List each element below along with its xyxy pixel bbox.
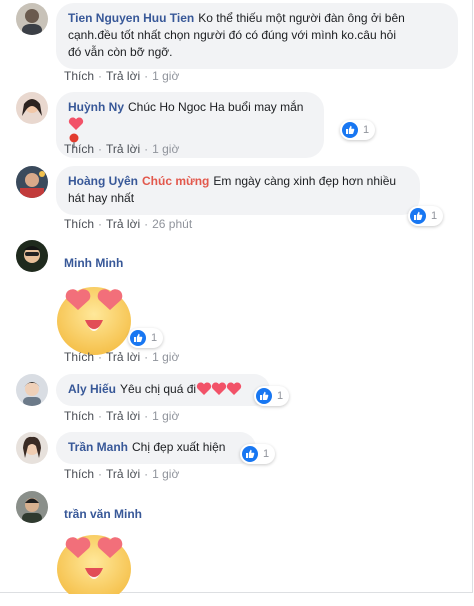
comment-actions: Thích · Trả lời · 1 giờ xyxy=(64,409,180,423)
timestamp[interactable]: 1 giờ xyxy=(152,142,179,156)
avatar[interactable] xyxy=(16,3,48,35)
reaction-count[interactable]: 1 xyxy=(340,120,376,140)
thumbs-up-icon xyxy=(130,330,146,346)
comment-text: Chị đẹp xuất hiện xyxy=(132,440,226,454)
author-name[interactable]: Hoàng Uyên xyxy=(68,174,138,188)
timestamp[interactable]: 1 giờ xyxy=(152,467,179,481)
comment-text: hát hay nhất xyxy=(68,191,135,205)
reply-link[interactable]: Trả lời xyxy=(106,217,140,231)
author-name[interactable]: Tien Nguyen Huu Tien xyxy=(68,11,194,25)
reply-link[interactable]: Trả lời xyxy=(106,467,140,481)
author-name[interactable]: Aly Hiếu xyxy=(68,382,116,396)
comment-text: Chúc Ho Ngoc Ha buổi may mắn xyxy=(128,100,304,114)
comment-text: Yêu chị quá đi xyxy=(120,382,197,396)
thumbs-up-icon xyxy=(242,446,258,462)
heart-eyes-emoji-sticker[interactable] xyxy=(54,278,134,358)
reaction-count[interactable]: 1 xyxy=(254,386,290,406)
timestamp[interactable]: 1 giờ xyxy=(152,350,179,364)
author-name[interactable]: Trần Manh xyxy=(68,440,128,454)
heart-icon xyxy=(196,382,242,395)
comment-bubble: Hoàng Uyên Chúc mừng Em ngày càng xinh đẹp… xyxy=(56,166,420,215)
like-link[interactable]: Thích xyxy=(64,467,94,481)
comment-text: đó vẫn còn bỡ ngỡ. xyxy=(68,45,173,59)
author-name[interactable]: trần văn Minh xyxy=(64,507,142,521)
comment-actions: Thích · Trả lời · 1 giờ xyxy=(64,467,180,481)
author-name[interactable]: Huỳnh Ny xyxy=(68,100,124,114)
reaction-count[interactable]: 1 xyxy=(408,206,444,226)
thumbs-up-icon xyxy=(342,122,358,138)
comment-text: cạnh.đều tốt nhất chọn người đó có đúng … xyxy=(68,28,396,42)
comment-actions: Thích · Trả lời · 1 giờ xyxy=(64,350,180,364)
like-link[interactable]: Thích xyxy=(64,409,94,423)
comment-actions: Thích · Trả lời · 26 phút xyxy=(64,217,193,231)
avatar[interactable] xyxy=(16,374,48,406)
like-link[interactable]: Thích xyxy=(64,69,94,83)
comment-bubble: Minh Minh xyxy=(56,248,139,280)
reply-link[interactable]: Trả lời xyxy=(106,142,140,156)
comment-bubble: Aly Hiếu Yêu chị quá đi xyxy=(56,374,270,406)
avatar[interactable] xyxy=(16,432,48,464)
avatar[interactable] xyxy=(16,491,48,523)
reply-link[interactable]: Trả lời xyxy=(106,409,140,423)
comment-bubble: Tien Nguyen Huu Tien Ko thể thiếu một ngư… xyxy=(56,3,458,69)
heart-eyes-emoji-sticker[interactable] xyxy=(54,526,134,606)
tagged-name[interactable]: Chúc mừng xyxy=(142,174,209,188)
heart-icon xyxy=(68,117,84,130)
comment-actions: Thích · Trả lời · 1 giờ xyxy=(64,69,180,83)
avatar[interactable] xyxy=(16,92,48,124)
reaction-count[interactable]: 1 xyxy=(128,328,164,348)
timestamp[interactable]: 1 giờ xyxy=(152,409,179,423)
comment-bubble: Trần Manh Chị đẹp xuất hiện xyxy=(56,432,256,464)
reaction-count[interactable]: 1 xyxy=(240,444,276,464)
reply-link[interactable]: Trả lời xyxy=(106,350,140,364)
comment-actions: Thích · Trả lời · 1 giờ xyxy=(64,142,180,156)
comment-text: Ko thể thiếu một người đàn ông ởi bên xyxy=(198,11,405,25)
author-name[interactable]: Minh Minh xyxy=(64,256,123,270)
like-link[interactable]: Thích xyxy=(64,350,94,364)
thumbs-up-icon xyxy=(410,208,426,224)
timestamp[interactable]: 26 phút xyxy=(152,217,192,231)
avatar[interactable] xyxy=(16,166,48,198)
timestamp[interactable]: 1 giờ xyxy=(152,69,179,83)
like-link[interactable]: Thích xyxy=(64,142,94,156)
thumbs-up-icon xyxy=(256,388,272,404)
avatar[interactable] xyxy=(16,240,48,272)
like-link[interactable]: Thích xyxy=(64,217,94,231)
reply-link[interactable]: Trả lời xyxy=(106,69,140,83)
comment-text: Em ngày càng xinh đẹp hơn nhiều xyxy=(213,174,397,188)
